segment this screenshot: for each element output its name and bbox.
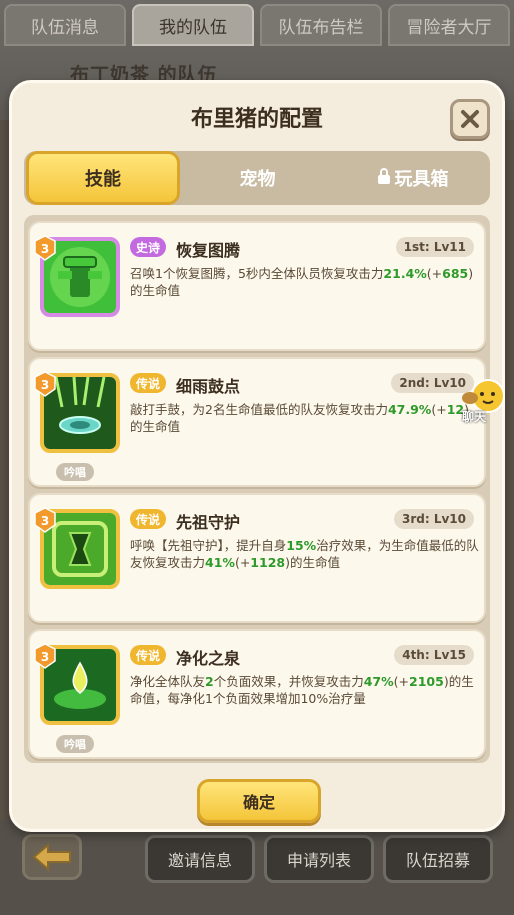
- dialog-header: 布里猪的配置: [12, 83, 502, 145]
- invite-info-button[interactable]: 邀请信息: [145, 835, 255, 883]
- tab-team-messages[interactable]: 队伍消息: [4, 4, 126, 46]
- background-tab-bar: 队伍消息 我的队伍 队伍布告栏 冒险者大厅: [0, 4, 514, 50]
- dialog-title: 布里猪的配置: [190, 107, 323, 132]
- svg-text:3: 3: [41, 378, 49, 392]
- close-button[interactable]: [450, 99, 490, 139]
- svg-text:3: 3: [41, 514, 49, 528]
- level-badge-icon: 3: [34, 507, 56, 533]
- skill-name: 先祖守护: [176, 513, 241, 532]
- level-badge-icon: 3: [34, 235, 56, 261]
- skill-description: 净化全体队友2个负面效果，并恢复攻击力47%(+2105)的生命值，每净化1个负…: [130, 674, 474, 706]
- tab-toybox-label: 玩具箱: [394, 169, 449, 190]
- lock-icon: [377, 167, 391, 189]
- skill-card[interactable]: 3 传说 净化之泉 4th: Lv15 净化全体队友2个负面效果，并恢复攻击力4…: [28, 629, 486, 759]
- config-tab-bar: 技能 宠物 玩具箱: [24, 151, 490, 205]
- loadout-dialog: 布里猪的配置 技能 宠物 玩具箱 3 史诗 恢复图腾 1st: Lv11 召唤1…: [9, 80, 505, 832]
- tab-skills-label: 技能: [85, 169, 121, 190]
- skill-card[interactable]: 3 传说 先祖守护 3rd: Lv10 呼唤【先祖守护】，提升自身15%治疗效果…: [28, 493, 486, 623]
- chant-tag: 吟唱: [56, 735, 94, 753]
- team-recruit-button[interactable]: 队伍招募: [383, 835, 493, 883]
- skill-card[interactable]: 3 史诗 恢复图腾 1st: Lv11 召唤1个恢复图腾，5秒内全体队员恢复攻击…: [28, 221, 486, 351]
- svg-text:3: 3: [41, 242, 49, 256]
- apply-list-button[interactable]: 申请列表: [264, 835, 374, 883]
- skill-card[interactable]: 3 传说 细雨鼓点 2nd: Lv10 敲打手鼓，为2名生命值最低的队友恢复攻击…: [28, 357, 486, 487]
- skill-name: 细雨鼓点: [176, 377, 241, 396]
- close-icon: [461, 110, 479, 128]
- skill-rank: 3rd: Lv10: [393, 509, 474, 529]
- svg-text:3: 3: [41, 650, 49, 664]
- skill-name: 净化之泉: [176, 649, 241, 668]
- confirm-button[interactable]: 确定: [197, 779, 321, 823]
- tab-pets-label: 宠物: [239, 169, 276, 190]
- skill-rank: 4th: Lv15: [394, 645, 474, 665]
- skill-name: 恢复图腾: [176, 241, 241, 260]
- rarity-tag: 史诗: [130, 237, 167, 257]
- rarity-tag: 传说: [130, 373, 167, 393]
- skill-list[interactable]: 3 史诗 恢复图腾 1st: Lv11 召唤1个恢复图腾，5秒内全体队员恢复攻击…: [24, 215, 490, 763]
- back-arrow-icon: [32, 843, 71, 871]
- skill-description: 召唤1个恢复图腾，5秒内全体队员恢复攻击力21.4%(+685)的生命值: [130, 266, 474, 298]
- tab-toybox[interactable]: 玩具箱: [335, 151, 490, 205]
- skill-description: 呼唤【先祖守护】，提升自身15%治疗效果，为生命值最低的队友恢复攻击力41%(+…: [130, 538, 479, 570]
- rarity-tag: 传说: [130, 645, 167, 665]
- skill-description: 敲打手鼓，为2名生命值最低的队友恢复攻击力47.9%(+12)的生命值: [130, 402, 469, 434]
- tab-team-board[interactable]: 队伍布告栏: [260, 4, 382, 46]
- back-button[interactable]: [22, 834, 82, 880]
- tab-adventurer-hall[interactable]: 冒险者大厅: [388, 4, 510, 46]
- level-badge-icon: 3: [34, 643, 56, 669]
- rarity-tag: 传说: [130, 509, 167, 529]
- tab-skills[interactable]: 技能: [26, 151, 180, 205]
- chat-label: 聊天: [462, 410, 487, 424]
- skill-rank: 1st: Lv11: [395, 237, 474, 257]
- chant-tag: 吟唱: [56, 463, 94, 481]
- tab-my-team[interactable]: 我的队伍: [132, 4, 254, 46]
- tab-pets[interactable]: 宠物: [180, 151, 335, 205]
- level-badge-icon: 3: [34, 371, 56, 397]
